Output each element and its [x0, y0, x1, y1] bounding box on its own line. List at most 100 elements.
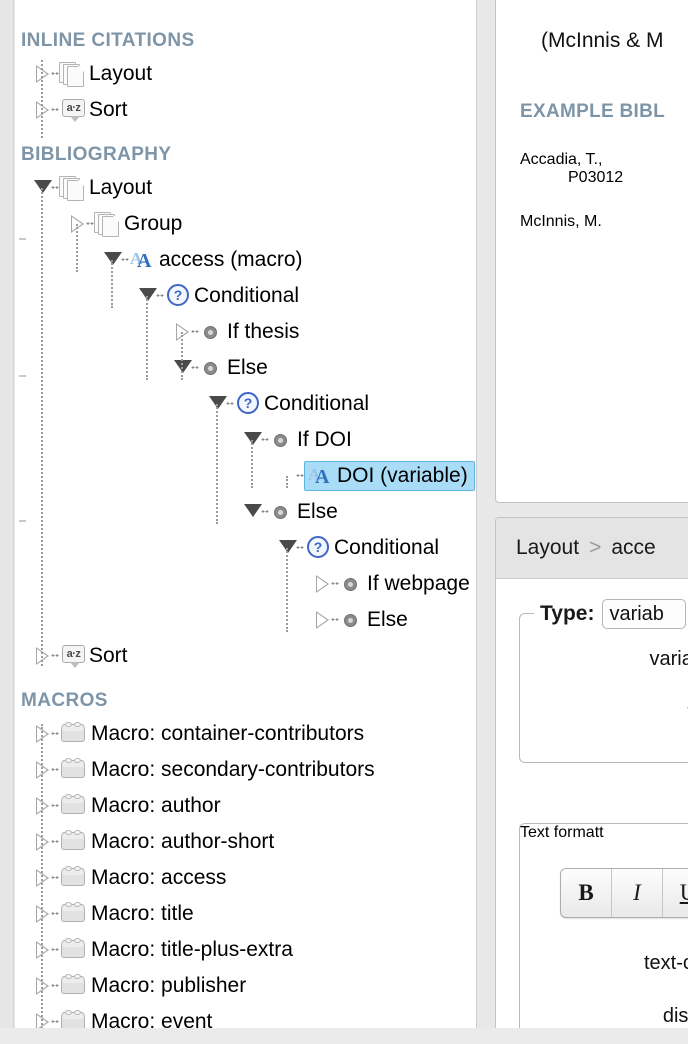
macro-icon	[59, 828, 91, 856]
text-style-segmented-control[interactable]: B I U	[560, 868, 688, 918]
sort-az-icon: a·z	[59, 643, 89, 669]
disclosure-triangle-collapsed[interactable]	[33, 788, 59, 824]
disclosure-triangle-collapsed[interactable]	[33, 56, 59, 92]
tree-row-label: Else	[297, 500, 338, 523]
tree-row[interactable]: Macro: container-contributors	[15, 716, 476, 752]
disclosure-triangle-collapsed[interactable]	[313, 566, 339, 602]
disclosure-triangle-collapsed[interactable]	[33, 824, 59, 860]
disclosure-triangle-collapsed[interactable]	[33, 752, 59, 788]
branch-bullet-icon	[199, 319, 227, 345]
tree-row[interactable]: Macro: secondary-contributors	[15, 752, 476, 788]
variable-icon: AA	[308, 465, 330, 488]
preview-bibliography-header: EXAMPLE BIBL	[520, 101, 666, 122]
text-formatting-legend: Text formatt	[520, 824, 604, 841]
type-section: Type: variab variab fo	[519, 599, 688, 763]
disclosure-triangle-expanded[interactable]	[243, 494, 269, 530]
tree-row[interactable]: a·z Sort	[15, 638, 476, 674]
disclosure-triangle-expanded[interactable]	[278, 530, 304, 566]
inspector-panel: Layout > acce Type: variab variab fo Tex…	[495, 517, 688, 1044]
tree-row-label: Layout	[89, 62, 153, 85]
tree-row[interactable]: Macro: author	[15, 788, 476, 824]
tree-connector-line	[146, 296, 148, 380]
tree-row-label: Macro: title-plus-extra	[91, 938, 293, 961]
tree-connector-line	[111, 260, 113, 308]
tree-row[interactable]: Layout	[15, 56, 476, 92]
outline-margin-tick	[19, 520, 26, 522]
tree-row[interactable]: Macro: access	[15, 860, 476, 896]
disclosure-triangle-collapsed[interactable]	[173, 314, 199, 350]
tree-row[interactable]: If thesis	[15, 314, 476, 350]
tree-row-label: DOI (variable)	[337, 464, 468, 487]
type-section-legend: Type: variab	[534, 599, 688, 629]
tree-row-label: Macro: access	[91, 866, 227, 889]
tree-row-label: Macro: title	[91, 902, 194, 925]
disclosure-triangle-collapsed[interactable]	[33, 716, 59, 752]
branch-bullet-icon	[269, 427, 297, 453]
tree-connector-line	[286, 476, 288, 488]
tree-row[interactable]: Else	[15, 602, 476, 638]
breadcrumb-item-root[interactable]: Layout	[516, 536, 579, 560]
tree-row[interactable]: Macro: title-plus-extra	[15, 932, 476, 968]
tree-row[interactable]: Macro: title	[15, 896, 476, 932]
macro-icon	[59, 756, 91, 784]
tree-row[interactable]: Layout	[15, 170, 476, 206]
disclosure-triangle-expanded[interactable]	[173, 350, 199, 386]
macro-icon	[59, 1008, 91, 1028]
type-label: Type:	[540, 602, 595, 625]
macro-icon	[59, 864, 91, 892]
tree-row-label: Conditional	[334, 536, 440, 559]
preview-reference-2: McInnis, M.	[520, 213, 602, 230]
tree-row[interactable]: Macro: author-short	[15, 824, 476, 860]
tree-row-selected[interactable]: A A DOI (variable)	[15, 458, 476, 494]
text-formatting-section: Text formatt B I U text-ca displ	[519, 823, 688, 1043]
breadcrumb-item-current[interactable]: acce	[611, 536, 655, 560]
tree-row[interactable]: ? Conditional	[15, 386, 476, 422]
conditional-icon: ?	[164, 283, 194, 309]
right-column: (McInnis & M EXAMPLE BIBL Accadia, T., P…	[478, 0, 688, 1044]
underline-button[interactable]: U	[663, 869, 688, 917]
tree-connector-line	[286, 548, 288, 632]
tree-connector-line	[41, 60, 43, 138]
tree-row[interactable]: a·z Sort	[15, 92, 476, 128]
disclosure-triangle-collapsed[interactable]	[33, 638, 59, 674]
tree-connector-line	[251, 440, 253, 488]
type-select[interactable]: variab	[602, 599, 687, 629]
disclosure-triangle-collapsed[interactable]	[33, 968, 59, 1004]
tree-row[interactable]: ? Conditional	[15, 278, 476, 314]
disclosure-triangle-collapsed[interactable]	[313, 602, 339, 638]
disclosure-triangle-collapsed[interactable]	[33, 932, 59, 968]
outline-tree[interactable]: INLINE CITATIONS Layout a·z Sort BIBLIOGRAPH…	[15, 0, 476, 1028]
disclosure-triangle-collapsed[interactable]	[68, 206, 94, 242]
tree-row[interactable]: Group	[15, 206, 476, 242]
italic-button[interactable]: I	[612, 869, 663, 917]
type-field-form: fo	[520, 701, 688, 724]
tree-row-label: Macro: secondary-contributors	[91, 758, 375, 781]
text-case-field: text-ca	[643, 952, 688, 974]
breadcrumb: Layout > acce	[496, 518, 688, 579]
style-outline-panel[interactable]: INLINE CITATIONS Layout a·z Sort BIBLIOGRAPH…	[15, 0, 477, 1028]
macro-icon	[59, 972, 91, 1000]
disclosure-triangle-expanded[interactable]	[103, 242, 129, 278]
tree-row[interactable]: ? Conditional	[15, 530, 476, 566]
tree-row[interactable]: If webpage	[15, 566, 476, 602]
tree-row[interactable]: A A access (macro)	[15, 242, 476, 278]
disclosure-triangle-collapsed[interactable]	[33, 896, 59, 932]
disclosure-triangle-expanded[interactable]	[243, 422, 269, 458]
disclosure-triangle-expanded[interactable]	[138, 278, 164, 314]
tree-row[interactable]: If DOI	[15, 422, 476, 458]
disclosure-triangle-collapsed[interactable]	[33, 1004, 59, 1028]
tree-row[interactable]: Else	[15, 494, 476, 530]
disclosure-triangle-collapsed[interactable]	[33, 860, 59, 896]
tree-row[interactable]: Else	[15, 350, 476, 386]
breadcrumb-separator-icon: >	[589, 536, 602, 559]
disclosure-triangle-expanded[interactable]	[33, 170, 59, 206]
tree-row[interactable]: Macro: event	[15, 1004, 476, 1028]
disclosure-triangle-expanded[interactable]	[208, 386, 234, 422]
bold-button[interactable]: B	[561, 869, 612, 917]
macro-icon	[59, 792, 91, 820]
tree-row-label: Sort	[89, 98, 128, 121]
tree-row[interactable]: Macro: publisher	[15, 968, 476, 1004]
conditional-icon: ?	[304, 535, 334, 561]
disclosure-triangle-collapsed[interactable]	[33, 92, 59, 128]
tree-row-label: Macro: event	[91, 1010, 213, 1028]
